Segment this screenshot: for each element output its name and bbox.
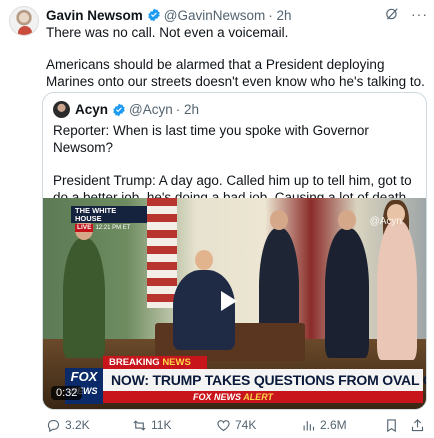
chyron-headline: NOW: TRUMP TAKES QUESTIONS FROM OVAL OFF…: [103, 369, 426, 391]
quote-time: · 2h: [175, 102, 199, 117]
author-handle[interactable]: @GavinNewsom: [164, 8, 265, 23]
tweet-actions: 3.2K 11K 74K 2.6M: [46, 416, 430, 434]
like-button[interactable]: 74K: [216, 418, 256, 433]
tweet-time[interactable]: · 2h: [268, 8, 291, 23]
quote-avatar: [53, 101, 70, 118]
grok-icon[interactable]: [385, 7, 399, 21]
tweet-text-line1: There was no call. Not even a voicemail.: [46, 25, 289, 40]
views-button[interactable]: 2.6M: [301, 418, 347, 433]
fox-logo-top: FOX: [70, 369, 98, 384]
views-chart-icon: [303, 420, 315, 430]
quoted-tweet[interactable]: Acyn @Acyn · 2h Reporter: When is last t…: [42, 92, 427, 410]
verified-badge-icon: [113, 103, 125, 116]
live-badge: LIVE: [75, 224, 94, 232]
quote-author-name: Acyn: [75, 102, 109, 117]
author-name[interactable]: Gavin Newsom: [46, 8, 143, 23]
quote-author-handle: @Acyn: [129, 102, 173, 117]
reply-button[interactable]: 3.2K: [46, 418, 90, 433]
person-figure: [63, 238, 105, 358]
bug-time: 12:21 PM ET: [95, 225, 131, 231]
more-options-icon[interactable]: ···: [411, 6, 428, 22]
reply-count: 3.2K: [65, 418, 90, 432]
breaking-word: BREAKING: [109, 357, 160, 368]
tweet-text-line2: Americans should be alarmed that a Presi…: [46, 57, 425, 89]
person-head: [270, 210, 288, 230]
breaking-news-word: NEWS: [162, 357, 191, 368]
bookmark-icon: [387, 418, 396, 432]
person-figure: [325, 228, 369, 358]
repost-count: 11K: [151, 418, 172, 432]
share-button[interactable]: [410, 418, 425, 433]
quote-header: Acyn @Acyn · 2h: [53, 101, 199, 118]
like-count: 74K: [235, 418, 257, 432]
bookmark-button[interactable]: [384, 418, 399, 433]
author-avatar[interactable]: [9, 6, 39, 36]
repost-button[interactable]: 11K: [132, 418, 171, 433]
video-player[interactable]: THE WHITE HOUSE LIVE 12:21 PM ET @Acyn BR…: [43, 198, 426, 409]
person-head: [338, 210, 356, 230]
video-watermark: @Acyn: [369, 216, 402, 227]
alert-bar: FOX NEWS ALERT: [103, 391, 423, 403]
bug-title: THE WHITE HOUSE: [75, 206, 117, 223]
view-count: 2.6M: [320, 418, 347, 432]
alert-brand: FOX NEWS: [193, 392, 242, 402]
play-icon[interactable]: [221, 291, 237, 311]
alert-word: ALERT: [243, 392, 274, 402]
white-house-bug: THE WHITE HOUSE LIVE 12:21 PM ET: [71, 206, 147, 232]
video-duration: 0:32: [51, 386, 83, 400]
flag: [147, 198, 177, 308]
reply-icon: [47, 419, 60, 432]
quote-text-line1: Reporter: When is last time you spoke wi…: [53, 123, 369, 155]
heart-icon: [217, 419, 230, 431]
breaking-news-tag: BREAKING NEWS: [103, 356, 207, 369]
person-figure: [377, 220, 417, 360]
repost-icon: [133, 419, 146, 431]
person-head: [195, 250, 213, 270]
tweet-header: Gavin Newsom @GavinNewsom · 2h ···: [46, 6, 428, 24]
share-icon: [411, 418, 424, 431]
verified-badge-icon: [148, 8, 160, 22]
